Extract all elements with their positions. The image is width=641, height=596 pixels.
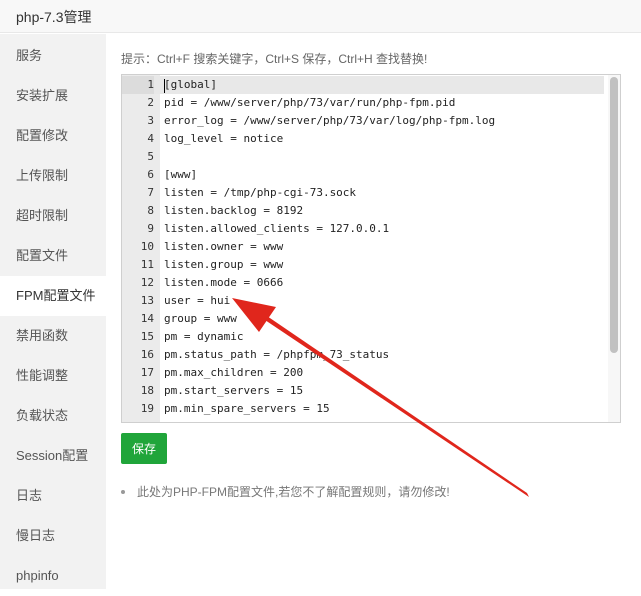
- annotation-arrow-head: [232, 298, 276, 332]
- annotation-arrow-shaft: [262, 314, 529, 497]
- annotation-arrow: [232, 298, 529, 497]
